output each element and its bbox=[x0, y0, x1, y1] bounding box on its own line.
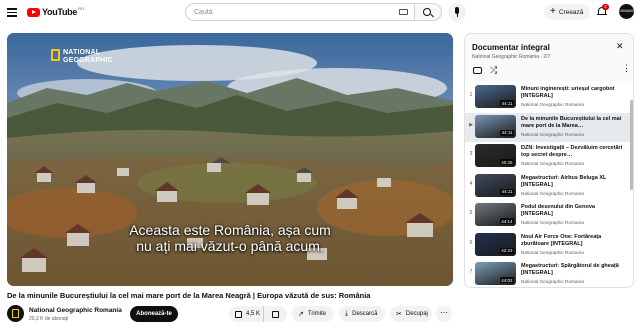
playlist-item[interactable]: 7 44:02 Megastructuri: Spărgătorul de ghea… bbox=[465, 260, 633, 287]
search-box bbox=[185, 3, 415, 21]
playlist-item-index: 7 bbox=[469, 269, 473, 275]
watermark-line-2: GEOGRAPHIC bbox=[63, 56, 113, 64]
share-label: Trimite bbox=[307, 311, 326, 317]
playlist-item-title[interactable]: De la minunile Bucureștiului la cel mai … bbox=[521, 116, 625, 130]
playlist-item-duration: 44:11 bbox=[500, 100, 514, 106]
create-label: Creează bbox=[558, 8, 584, 16]
search-icon bbox=[423, 8, 431, 16]
playlist-item-channel: National Geographic Romania bbox=[521, 279, 584, 284]
playlist-item-title[interactable]: Minuni inginerești: urieșul cargobot [IN… bbox=[521, 86, 625, 100]
playlist-item[interactable]: 6 42:23 Noul Air Force One: Fortăreața zbu… bbox=[465, 231, 633, 260]
top-bar: YouTube RO + Creează 2 1900ANOS bbox=[0, 0, 640, 24]
playlist-item-duration: 42:23 bbox=[499, 247, 514, 254]
playlist-item-thumbnail[interactable]: 44:11 bbox=[475, 85, 516, 108]
download-button[interactable]: ⤓ Descarcă bbox=[339, 306, 385, 322]
subtitle-line-2: nu ați mai văzut-o până acum. bbox=[136, 238, 324, 254]
playlist-item-thumbnail[interactable]: 44:11 bbox=[475, 173, 516, 197]
voice-search-button[interactable] bbox=[448, 3, 466, 21]
playlist-item-title[interactable]: Megastructuri: Spărgătorul de gheață [IN… bbox=[521, 263, 625, 277]
share-button[interactable]: ↗ Trimite bbox=[292, 306, 334, 322]
more-vert-icon[interactable]: ⋮ bbox=[622, 64, 631, 73]
playlist-item-index: ▶ bbox=[469, 121, 473, 128]
playlist-scrollbar[interactable] bbox=[630, 100, 633, 190]
playlist-item-channel: National Geographic Romania bbox=[521, 131, 584, 137]
menu-icon[interactable] bbox=[6, 6, 18, 18]
subscriber-count: 20,2 K de abonați bbox=[29, 316, 69, 322]
account-avatar[interactable]: 1900ANOS bbox=[619, 4, 637, 19]
dislike-button[interactable] bbox=[264, 310, 287, 318]
playlist-item-title[interactable]: Noul Air Force One: Fortăreața zburătoar… bbox=[521, 234, 625, 248]
video-player[interactable]: NATIONAL GEOGRAPHIC Aceasta este România… bbox=[7, 33, 453, 286]
playlist-item-channel: National Geographic Romania bbox=[521, 220, 584, 225]
like-count: 4,5 K bbox=[246, 311, 261, 317]
logo-text: YouTube bbox=[42, 7, 78, 17]
play-logo-icon bbox=[27, 7, 40, 17]
playlist-item-thumbnail[interactable]: 44:11 bbox=[475, 114, 516, 138]
channel-avatar[interactable] bbox=[7, 305, 24, 322]
playlist-item-title[interactable]: Megastructuri: Airbus Beluga XL [INTEGRA… bbox=[521, 175, 625, 189]
close-icon[interactable]: ✕ bbox=[616, 41, 624, 52]
playlist-item[interactable]: ▶ 44:11 De la minunile Bucureștiului la ce… bbox=[465, 112, 633, 142]
more-actions-button[interactable]: ⋯ bbox=[436, 306, 452, 322]
playlist-item-thumbnail[interactable]: 40:25 bbox=[475, 144, 516, 167]
playlist-item-index: 3 bbox=[469, 151, 473, 157]
subtitle-line-1: Aceasta este România, așa cum bbox=[129, 222, 331, 238]
playlist-header: Documentar integral National Geographic … bbox=[465, 34, 633, 81]
playlist-item-title[interactable]: DZN: Investigații – Dezvăluim cercetări … bbox=[521, 145, 625, 159]
playlist-item-index: 4 bbox=[469, 180, 473, 187]
mic-icon bbox=[455, 7, 459, 14]
playlist-item-channel: National Geographic Romania bbox=[521, 249, 584, 255]
playlist-item-duration: 40:25 bbox=[499, 159, 514, 165]
playlist-item[interactable]: 4 44:11 Megastructuri: Airbus Beluga XL [I… bbox=[465, 172, 633, 201]
playlist-item-duration: 44:14 bbox=[499, 218, 514, 224]
subscribe-button[interactable]: Abonează-te bbox=[130, 306, 178, 322]
plus-icon: + bbox=[550, 6, 556, 17]
like-dislike-group: 4,5 K bbox=[229, 306, 287, 322]
playlist-panel: Documentar integral National Geographic … bbox=[464, 33, 634, 288]
playlist-item-duration: 44:11 bbox=[500, 129, 514, 136]
download-label: Descarcă bbox=[352, 311, 378, 317]
clip-label: Decupaj bbox=[405, 311, 428, 317]
playlist-item-channel: National Geographic Romania bbox=[521, 161, 584, 166]
video-title: De la minunile Bucureștiului la cel mai … bbox=[7, 291, 371, 300]
clip-button[interactable]: ✂ Decupaj bbox=[390, 306, 432, 322]
thumbs-down-icon bbox=[272, 310, 279, 318]
playlist-item[interactable]: 5 44:14 Podul desenului din Genova [INTEGR… bbox=[465, 201, 633, 230]
yellow-frame-icon bbox=[51, 49, 60, 61]
thumbs-up-icon bbox=[235, 310, 242, 318]
create-button[interactable]: + Creează bbox=[544, 4, 590, 20]
notification-badge: 2 bbox=[602, 4, 609, 10]
playlist-item-channel: National Geographic Romania bbox=[521, 190, 584, 196]
playlist-item[interactable]: 1 44:11 Minuni inginerești: urieșul cargob… bbox=[465, 83, 633, 112]
playlist-meta: National Geographic Romania - 2/7 bbox=[472, 54, 551, 60]
search-button[interactable] bbox=[415, 3, 442, 21]
search-input[interactable] bbox=[194, 6, 394, 19]
playlist-title[interactable]: Documentar integral bbox=[472, 43, 550, 52]
playlist-item-duration: 44:11 bbox=[500, 188, 514, 195]
download-icon: ⤓ bbox=[345, 310, 349, 317]
logo-country: RO bbox=[78, 5, 85, 11]
scissors-icon: ✂ bbox=[396, 311, 402, 318]
share-icon: ↗ bbox=[298, 311, 304, 318]
channel-name[interactable]: National Geographic Romania bbox=[29, 307, 122, 314]
playlist-item-thumbnail[interactable]: 44:14 bbox=[475, 203, 516, 226]
keyboard-icon[interactable] bbox=[399, 9, 408, 15]
playlist-item-title[interactable]: Podul desenului din Genova [INTEGRAL] bbox=[521, 204, 625, 218]
like-button[interactable]: 4,5 K bbox=[229, 306, 264, 322]
loop-icon[interactable] bbox=[473, 67, 482, 74]
playlist-item-index: 5 bbox=[469, 210, 473, 216]
playlist-item-index: 1 bbox=[469, 92, 473, 98]
playlist-item[interactable]: 3 40:25 DZN: Investigații – Dezvăluim cerc… bbox=[465, 142, 633, 171]
video-subtitle: Aceasta este România, așa cum nu ați mai… bbox=[7, 222, 453, 254]
playlist-item-thumbnail[interactable]: 42:23 bbox=[475, 232, 516, 256]
watermark-line-1: NATIONAL bbox=[63, 49, 101, 56]
shuffle-icon[interactable]: ⤮ bbox=[490, 65, 497, 76]
playlist-item-channel: National Geographic Romania bbox=[521, 102, 584, 107]
playlist-item-index: 6 bbox=[469, 239, 473, 246]
playlist-item-thumbnail[interactable]: 44:02 bbox=[475, 262, 516, 285]
playlist-item-duration: 44:02 bbox=[499, 277, 514, 283]
youtube-logo[interactable]: YouTube RO bbox=[27, 6, 84, 18]
national-geographic-watermark: NATIONAL GEOGRAPHIC bbox=[51, 49, 113, 64]
